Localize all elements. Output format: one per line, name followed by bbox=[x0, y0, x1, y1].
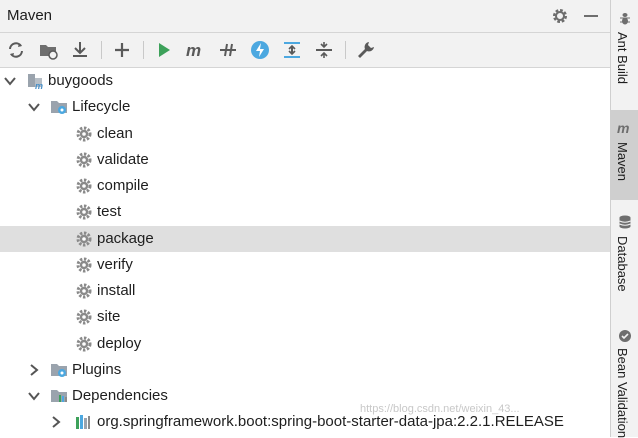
gear-icon bbox=[76, 178, 92, 194]
goal-label: validate bbox=[97, 151, 149, 168]
sidebar-tab-database[interactable]: Database bbox=[611, 208, 638, 308]
gear-icon bbox=[76, 283, 92, 299]
bean-validation-icon bbox=[619, 330, 631, 342]
goal-label: install bbox=[97, 282, 136, 299]
toolbar-separator bbox=[101, 41, 102, 59]
panel-title: Maven bbox=[7, 7, 53, 24]
maven-project-icon: m bbox=[28, 74, 43, 90]
goal-compile[interactable]: compile bbox=[0, 173, 610, 199]
sidebar-tab-label: Database bbox=[615, 236, 630, 292]
goal-package[interactable]: package bbox=[0, 226, 610, 252]
chevron-right-icon[interactable] bbox=[27, 363, 41, 377]
sidebar-tab-label: Maven bbox=[615, 142, 630, 182]
goal-verify[interactable]: verify bbox=[0, 252, 610, 278]
goal-clean[interactable]: clean bbox=[0, 121, 610, 147]
svg-text:m: m bbox=[617, 120, 629, 136]
gear-icon bbox=[76, 309, 92, 325]
goal-label: verify bbox=[97, 256, 133, 273]
right-tool-sidebar: Ant Build m Maven Database Bean Validati… bbox=[610, 0, 638, 438]
goal-deploy[interactable]: deploy bbox=[0, 331, 610, 357]
chevron-right-icon[interactable] bbox=[49, 415, 63, 429]
sidebar-tab-label: Bean Validation bbox=[615, 348, 630, 438]
toolbar-separator bbox=[345, 41, 346, 59]
goal-site[interactable]: site bbox=[0, 304, 610, 330]
download-icon[interactable] bbox=[69, 39, 91, 61]
goal-label: clean bbox=[97, 125, 133, 142]
lightning-icon[interactable] bbox=[249, 39, 271, 61]
toolbar: m bbox=[0, 33, 610, 68]
tree-node-label: Dependencies bbox=[72, 387, 168, 404]
ant-icon bbox=[620, 13, 630, 25]
goal-label: test bbox=[97, 203, 122, 220]
sidebar-tab-label: Ant Build bbox=[615, 32, 630, 85]
expand-all-icon[interactable] bbox=[281, 39, 303, 61]
gear-icon bbox=[76, 257, 92, 273]
toolbar-separator bbox=[143, 41, 144, 59]
watermark: https://blog.csdn.net/weixin_43... bbox=[360, 403, 520, 415]
sidebar-tab-ant-build[interactable]: Ant Build bbox=[611, 4, 638, 100]
title-bar: Maven bbox=[0, 0, 610, 33]
gear-icon bbox=[76, 152, 92, 168]
lifecycle-folder-icon bbox=[51, 101, 67, 114]
tree-node-plugins[interactable]: Plugins bbox=[0, 357, 610, 383]
collapse-all-icon[interactable] bbox=[313, 39, 335, 61]
gear-icon bbox=[76, 126, 92, 142]
goal-install[interactable]: install bbox=[0, 278, 610, 304]
tree-node-project[interactable]: m buygoods bbox=[0, 68, 610, 94]
goal-label: site bbox=[97, 308, 121, 325]
svg-text:m: m bbox=[35, 81, 43, 90]
gear-icon[interactable] bbox=[551, 7, 569, 25]
tree-node-label: buygoods bbox=[48, 72, 114, 89]
maven-icon: m bbox=[617, 120, 629, 136]
minimize-icon[interactable] bbox=[584, 15, 598, 17]
tree-node-label: Plugins bbox=[72, 361, 122, 378]
plus-icon[interactable] bbox=[111, 39, 133, 61]
svg-text:m: m bbox=[186, 41, 201, 60]
library-icon bbox=[76, 415, 90, 429]
chevron-down-icon[interactable] bbox=[27, 100, 41, 114]
run-icon[interactable] bbox=[153, 39, 175, 61]
goal-label: compile bbox=[97, 177, 149, 194]
tree-node-lifecycle[interactable]: Lifecycle bbox=[0, 94, 610, 120]
maven-tool-window: Maven m m buygoods Lifecycle clean valid… bbox=[0, 0, 610, 437]
dependency-label: org.springframework.boot:spring-boot-sta… bbox=[97, 413, 564, 430]
add-maven-project-icon[interactable] bbox=[37, 39, 59, 61]
gear-icon bbox=[76, 204, 92, 220]
wrench-icon[interactable] bbox=[355, 39, 377, 61]
reload-icon[interactable] bbox=[5, 39, 27, 61]
maven-tree: m buygoods Lifecycle clean validate comp… bbox=[0, 68, 610, 437]
goal-test[interactable]: test bbox=[0, 199, 610, 225]
goal-validate[interactable]: validate bbox=[0, 147, 610, 173]
chevron-down-icon[interactable] bbox=[3, 74, 17, 88]
goal-label: deploy bbox=[97, 335, 142, 352]
gear-icon bbox=[76, 336, 92, 352]
sidebar-tab-maven[interactable]: m Maven bbox=[611, 110, 638, 200]
dependencies-folder-icon bbox=[51, 390, 67, 402]
gear-icon bbox=[76, 231, 92, 247]
chevron-down-icon[interactable] bbox=[27, 389, 41, 403]
plugins-folder-icon bbox=[51, 364, 67, 377]
execute-goal-icon[interactable]: m bbox=[185, 39, 207, 61]
database-icon bbox=[619, 215, 631, 229]
sidebar-tab-bean-validation[interactable]: Bean Validation bbox=[611, 322, 638, 438]
toggle-offline-icon[interactable] bbox=[217, 39, 239, 61]
tree-node-label: Lifecycle bbox=[72, 98, 131, 115]
goal-label: package bbox=[97, 230, 154, 247]
